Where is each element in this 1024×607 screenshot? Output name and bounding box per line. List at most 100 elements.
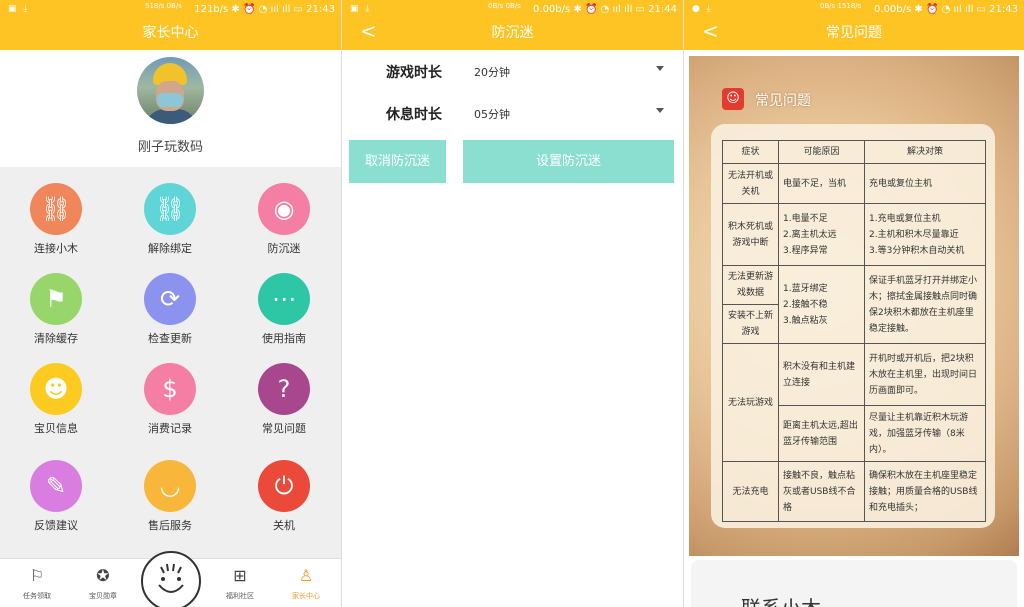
contact-title: 联系小木: [741, 592, 821, 607]
faq-image: ☺ 常见问题 症状 可能原因 解决对策 无法开机或关机 电量不足，当机 充电或复…: [689, 56, 1019, 556]
cause-cell: 电量不足，当机: [778, 163, 865, 204]
grid-item-2[interactable]: ◉ 防沉迷: [234, 183, 334, 263]
header-fix: 解决对策: [864, 140, 986, 164]
net-rate: 0B/s 0B/s: [488, 2, 521, 10]
grid-item-3[interactable]: ⚑ 清除缓存: [6, 273, 106, 353]
tab-medals[interactable]: ✪ 宝贝勋章: [71, 559, 135, 607]
header: ▣ ⤓ 518/s 0B/s 121b/s ✱ ⏰ ◔ ııl ıll ▭ 21…: [0, 0, 341, 50]
cause-cell: 接触不良，触点粘灰或者USB线不合格: [778, 461, 865, 522]
fix-cell: 确保积木放在主机座里稳定接触；用质量合格的USB线和充电插头；: [864, 461, 986, 522]
refresh-icon: ⟳: [144, 273, 196, 325]
flag-icon: ⚐: [29, 566, 45, 585]
grid-item-label: 反馈建议: [34, 519, 78, 532]
set-anti-addiction-button[interactable]: 设置防沉迷: [463, 140, 674, 183]
rest-duration-label: 休息时长: [386, 107, 442, 123]
status-right: 0.00b/s ✱ ⏰ ◔ ııl ıll ▭ 21:44: [533, 4, 677, 15]
grid-item-label: 检查更新: [148, 332, 192, 345]
gift-icon: ⊞: [233, 566, 247, 585]
grid-item-4[interactable]: ⟳ 检查更新: [120, 273, 220, 353]
status-bar: ▣ ⤓ 518/s 0B/s 121b/s ✱ ⏰ ◔ ııl ıll ▭ 21…: [0, 0, 341, 20]
broom-icon: ⚑: [30, 273, 82, 325]
eye-icon: ◉: [258, 183, 310, 235]
link-icon: ⛓: [30, 183, 82, 235]
grid-item-label: 使用指南: [262, 332, 306, 345]
fix-cell: 开机时或开机后，把2块积木放在主机里，出现时间日历画面即可。: [864, 343, 986, 406]
anti-addiction-screen: ▣ ⤓ 0B/s 0B/s 0.00b/s ✱ ⏰ ◔ ııl ıll ▭ 21…: [342, 0, 683, 607]
profile-section: 刚子玩数码: [0, 50, 341, 167]
grid-item-1[interactable]: ⛓ 解除绑定: [120, 183, 220, 263]
fix-cell: 1.充电或复位主机 2.主机和积木尽量靠近 3.等3分钟积木自动关机: [864, 203, 986, 266]
fix-cell: 尽量让主机靠近积木玩游戏，加强蓝牙传输（8米内）。: [864, 405, 986, 462]
grid-item-label: 消费记录: [148, 422, 192, 435]
cancel-anti-addiction-button[interactable]: 取消防沉迷: [349, 140, 446, 183]
avatar[interactable]: [137, 57, 204, 124]
page-title: 家长中心: [142, 25, 199, 41]
rest-duration-select[interactable]: 05分钟: [474, 106, 510, 122]
notification-icons: ▣ ⤓: [350, 4, 372, 14]
question-icon: ?: [258, 363, 310, 415]
grid-item-11[interactable]: ⏻ 关机: [234, 460, 334, 540]
rest-duration-row[interactable]: 休息时长 05分钟: [342, 98, 683, 128]
unlink-icon: ⛓: [144, 183, 196, 235]
cause-cell: 积木没有和主机建立连接: [778, 343, 865, 406]
header-symptom: 症状: [722, 140, 779, 164]
tab-welfare[interactable]: ⊞ 福利社区: [208, 559, 272, 607]
symptom-cell: 积木死机或游戏中断: [722, 203, 779, 266]
page-title: 常见问题: [826, 25, 882, 41]
table-row: 无法充电 接触不良，触点粘灰或者USB线不合格 确保积木放在主机座里稳定接触；用…: [722, 461, 986, 522]
grid-item-label: 关机: [273, 519, 295, 532]
status-right: 0.00b/s ✱ ⏰ ◔ ııl ıll ▭ 21:43: [874, 4, 1018, 15]
grid-item-6[interactable]: ☻ 宝贝信息: [6, 363, 106, 443]
grid-item-label: 清除缓存: [34, 332, 78, 345]
logo-icon: ☺: [722, 88, 744, 110]
table-row: 无法玩游戏 积木没有和主机建立连接 开机时或开机后，把2块积木放在主机里，出现时…: [722, 343, 986, 462]
header: ● ⤓ 0B/s 1518/s 0.00b/s ✱ ⏰ ◔ ııl ıll ▭ …: [684, 0, 1024, 50]
table-header-row: 症状 可能原因 解决对策: [722, 140, 986, 164]
symptom-cell: 无法开机或关机: [722, 163, 779, 204]
edit-icon: ✎: [30, 460, 82, 512]
contact-card[interactable]: 联系小木: [691, 560, 1017, 607]
center-smile-button[interactable]: [141, 551, 201, 607]
grid-item-7[interactable]: $ 消费记录: [120, 363, 220, 443]
medal-icon: ✪: [96, 566, 110, 585]
page-title: 防沉迷: [491, 25, 534, 41]
cause-cell: 1.蓝牙绑定 2.接触不稳 3.触点粘灰: [778, 265, 865, 344]
faq-card-title: 常见问题: [755, 93, 811, 109]
baby-icon: ☻: [30, 363, 82, 415]
tab-tasks[interactable]: ⚐ 任务领取: [5, 559, 69, 607]
fix-cell: 保证手机蓝牙打开并绑定小木；擦拭金属接触点同时确保2块积木都放在主机座里稳定接触…: [864, 265, 986, 344]
header: ▣ ⤓ 0B/s 0B/s 0.00b/s ✱ ⏰ ◔ ııl ıll ▭ 21…: [342, 0, 683, 50]
table-row: 积木死机或游戏中断 1.电量不足 2.离主机太远 3.程序异常 1.充电或复位主…: [722, 203, 986, 266]
faq-screen: ● ⤓ 0B/s 1518/s 0.00b/s ✱ ⏰ ◔ ııl ıll ▭ …: [684, 0, 1024, 607]
grid-item-label: 售后服务: [148, 519, 192, 532]
status-right: 121b/s ✱ ⏰ ◔ ııl ıll ▭ 21:43: [194, 4, 335, 15]
parent-center-screen: ▣ ⤓ 518/s 0B/s 121b/s ✱ ⏰ ◔ ııl ıll ▭ 21…: [0, 0, 341, 607]
notification-icons: ● ⤓: [692, 4, 713, 14]
game-duration-row[interactable]: 游戏时长 20分钟: [342, 56, 683, 86]
grid-item-label: 防沉迷: [267, 242, 301, 255]
game-duration-label: 游戏时长: [386, 65, 442, 81]
chat-icon: ⋯: [258, 273, 310, 325]
grid-item-label: 连接小木: [34, 242, 78, 255]
user-icon: ♙: [298, 566, 314, 585]
table-row: 无法更新游戏数据 1.蓝牙绑定 2.接触不稳 3.触点粘灰 保证手机蓝牙打开并绑…: [722, 265, 986, 344]
grid-item-9[interactable]: ✎ 反馈建议: [6, 460, 106, 540]
grid-item-0[interactable]: ⛓ 连接小木: [6, 183, 106, 263]
status-bar: ▣ ⤓ 0B/s 0B/s 0.00b/s ✱ ⏰ ◔ ııl ıll ▭ 21…: [342, 0, 683, 20]
cause-cell: 距离主机太远,超出蓝牙传输范围: [778, 405, 865, 462]
smile-icon: ◡: [144, 460, 196, 512]
grid-item-label: 宝贝信息: [34, 422, 78, 435]
tab-parent-center[interactable]: ♙ 家长中心: [274, 559, 338, 607]
grid-item-label: 解除绑定: [148, 242, 192, 255]
game-duration-select[interactable]: 20分钟: [474, 64, 510, 80]
notification-icons: ▣ ⤓: [8, 4, 30, 14]
grid-item-10[interactable]: ◡ 售后服务: [120, 460, 220, 540]
header-cause: 可能原因: [778, 140, 865, 164]
net-rate: 518/s 0B/s: [145, 2, 182, 10]
grid-item-5[interactable]: ⋯ 使用指南: [234, 273, 334, 353]
grid-item-8[interactable]: ? 常见问题: [234, 363, 334, 443]
symptom-cell: 无法充电: [722, 461, 779, 522]
fix-cell: 充电或复位主机: [864, 163, 986, 204]
grid-item-label: 常见问题: [262, 422, 306, 435]
symptom-cell: 无法玩游戏: [722, 343, 779, 462]
